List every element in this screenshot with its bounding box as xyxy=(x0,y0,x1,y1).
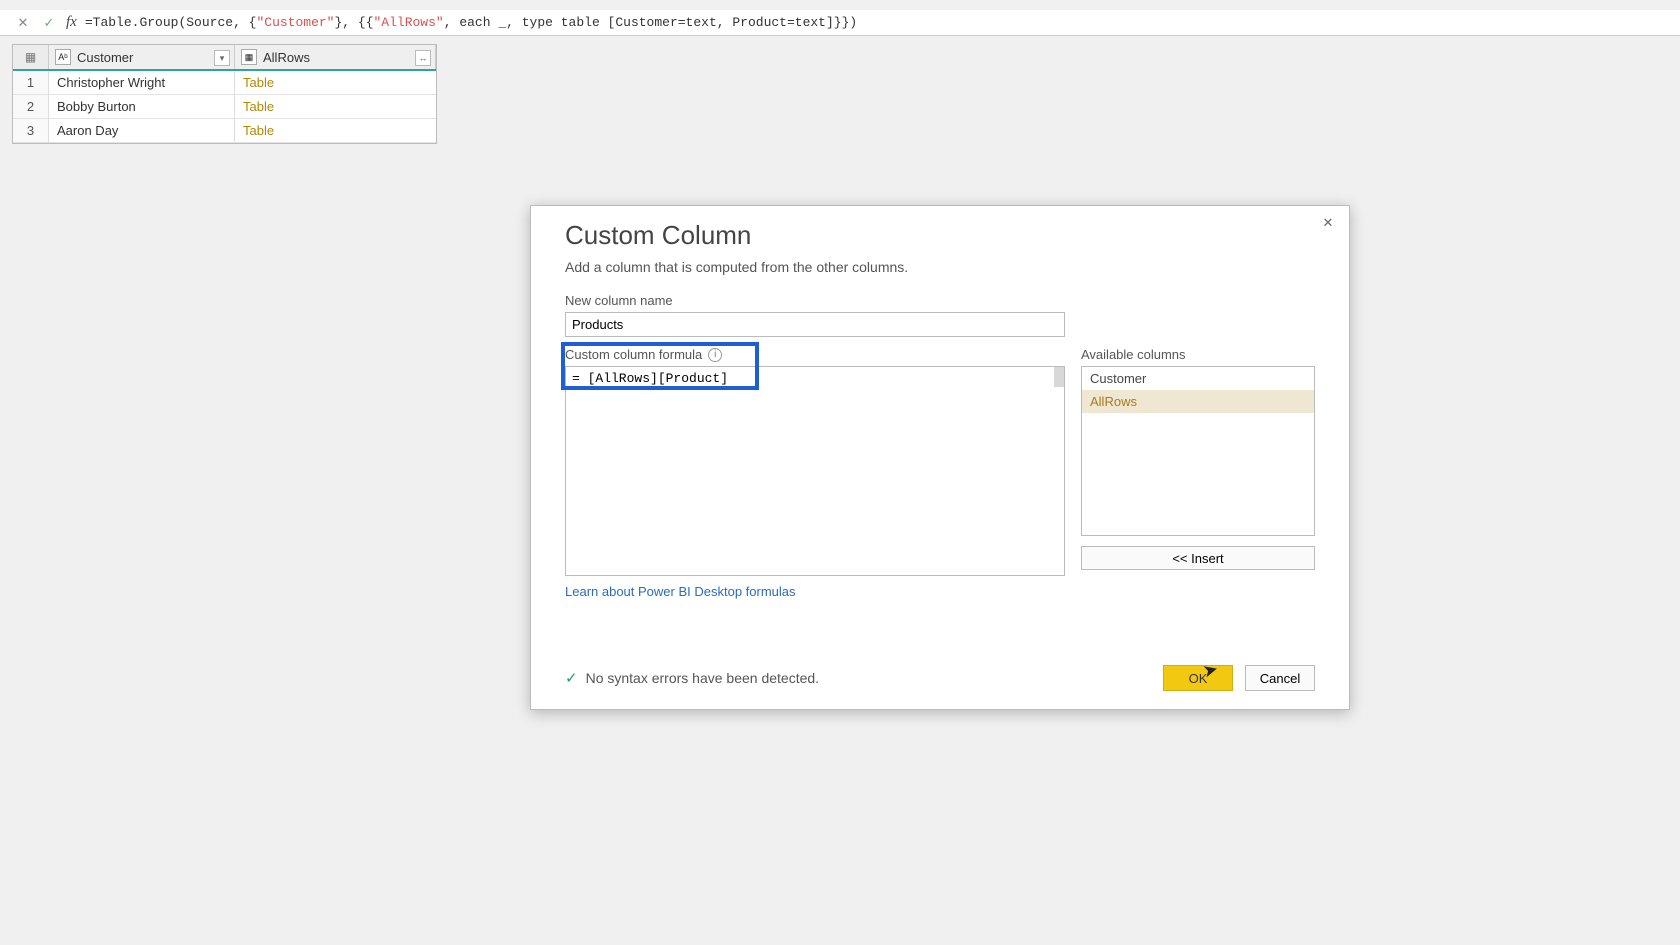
cell-allrows[interactable]: Table xyxy=(235,95,436,118)
preview-corner[interactable]: ▦ xyxy=(13,45,49,69)
row-number: 1 xyxy=(13,71,49,94)
cell-customer: Christopher Wright xyxy=(49,71,235,94)
status-text: No syntax errors have been detected. xyxy=(586,670,819,686)
cell-customer: Bobby Burton xyxy=(49,95,235,118)
available-item-allrows[interactable]: AllRows xyxy=(1082,390,1314,413)
cell-allrows[interactable]: Table xyxy=(235,71,436,94)
cancel-icon[interactable]: ✕ xyxy=(14,14,32,32)
close-icon[interactable]: ✕ xyxy=(1317,212,1339,234)
table-row[interactable]: 2 Bobby Burton Table xyxy=(13,95,436,119)
preview-grid: ▦ Aᵇ Customer ▾ ▦ AllRows ↔ 1 Christophe… xyxy=(12,44,437,144)
available-item-customer[interactable]: Customer xyxy=(1082,367,1314,390)
cancel-button[interactable]: Cancel xyxy=(1245,665,1315,691)
insert-button[interactable]: << Insert xyxy=(1081,546,1315,570)
table-row[interactable]: 3 Aaron Day Table xyxy=(13,119,436,143)
column-label: Customer xyxy=(77,50,133,65)
available-columns-label: Available columns xyxy=(1081,347,1315,362)
accept-icon[interactable]: ✓ xyxy=(40,14,58,32)
formula-text[interactable]: = Table.Group(Source, { "Customer" }, {{… xyxy=(85,15,857,30)
formula-seg3: , each _, type table [Customer=text, Pro… xyxy=(444,15,857,30)
formula-label: Custom column formula xyxy=(565,347,702,362)
dialog-subtitle: Add a column that is computed from the o… xyxy=(565,259,1315,275)
dialog-title: Custom Column xyxy=(565,220,1315,251)
info-icon[interactable]: i xyxy=(708,348,722,362)
formula-seg1: Table.Group(Source, { xyxy=(93,15,257,30)
table-row[interactable]: 1 Christopher Wright Table xyxy=(13,71,436,95)
learn-more-link[interactable]: Learn about Power BI Desktop formulas xyxy=(565,584,796,599)
custom-column-dialog: ✕ Custom Column Add a column that is com… xyxy=(530,205,1350,710)
type-table-icon: ▦ xyxy=(241,49,257,65)
column-label: AllRows xyxy=(263,50,310,65)
preview-header: ▦ Aᵇ Customer ▾ ▦ AllRows ↔ xyxy=(13,45,436,71)
formula-seg2: }, {{ xyxy=(334,15,373,30)
formula-str1: "Customer" xyxy=(256,15,334,30)
row-number: 2 xyxy=(13,95,49,118)
ok-button[interactable]: OK xyxy=(1163,665,1233,691)
formula-bar: ✕ ✓ fx = Table.Group(Source, { "Customer… xyxy=(0,10,1680,36)
cell-customer: Aaron Day xyxy=(49,119,235,142)
chevron-down-icon[interactable]: ▾ xyxy=(214,50,230,66)
new-column-label: New column name xyxy=(565,293,1315,308)
table-icon: ▦ xyxy=(25,50,36,64)
column-header-allrows[interactable]: ▦ AllRows ↔ xyxy=(235,45,436,69)
scrollbar[interactable] xyxy=(1054,367,1064,387)
new-column-input[interactable] xyxy=(565,312,1065,337)
expand-icon[interactable]: ↔ xyxy=(415,50,431,66)
check-icon: ✓ xyxy=(565,669,578,687)
row-number: 3 xyxy=(13,119,49,142)
cell-allrows[interactable]: Table xyxy=(235,119,436,142)
formula-textarea[interactable] xyxy=(565,366,1065,576)
formula-str2: "AllRows" xyxy=(374,15,444,30)
available-columns-list[interactable]: Customer AllRows xyxy=(1081,366,1315,536)
formula-eq: = xyxy=(85,15,93,30)
column-header-customer[interactable]: Aᵇ Customer ▾ xyxy=(49,45,235,69)
fx-icon[interactable]: fx xyxy=(66,14,77,31)
type-text-icon: Aᵇ xyxy=(55,49,71,65)
